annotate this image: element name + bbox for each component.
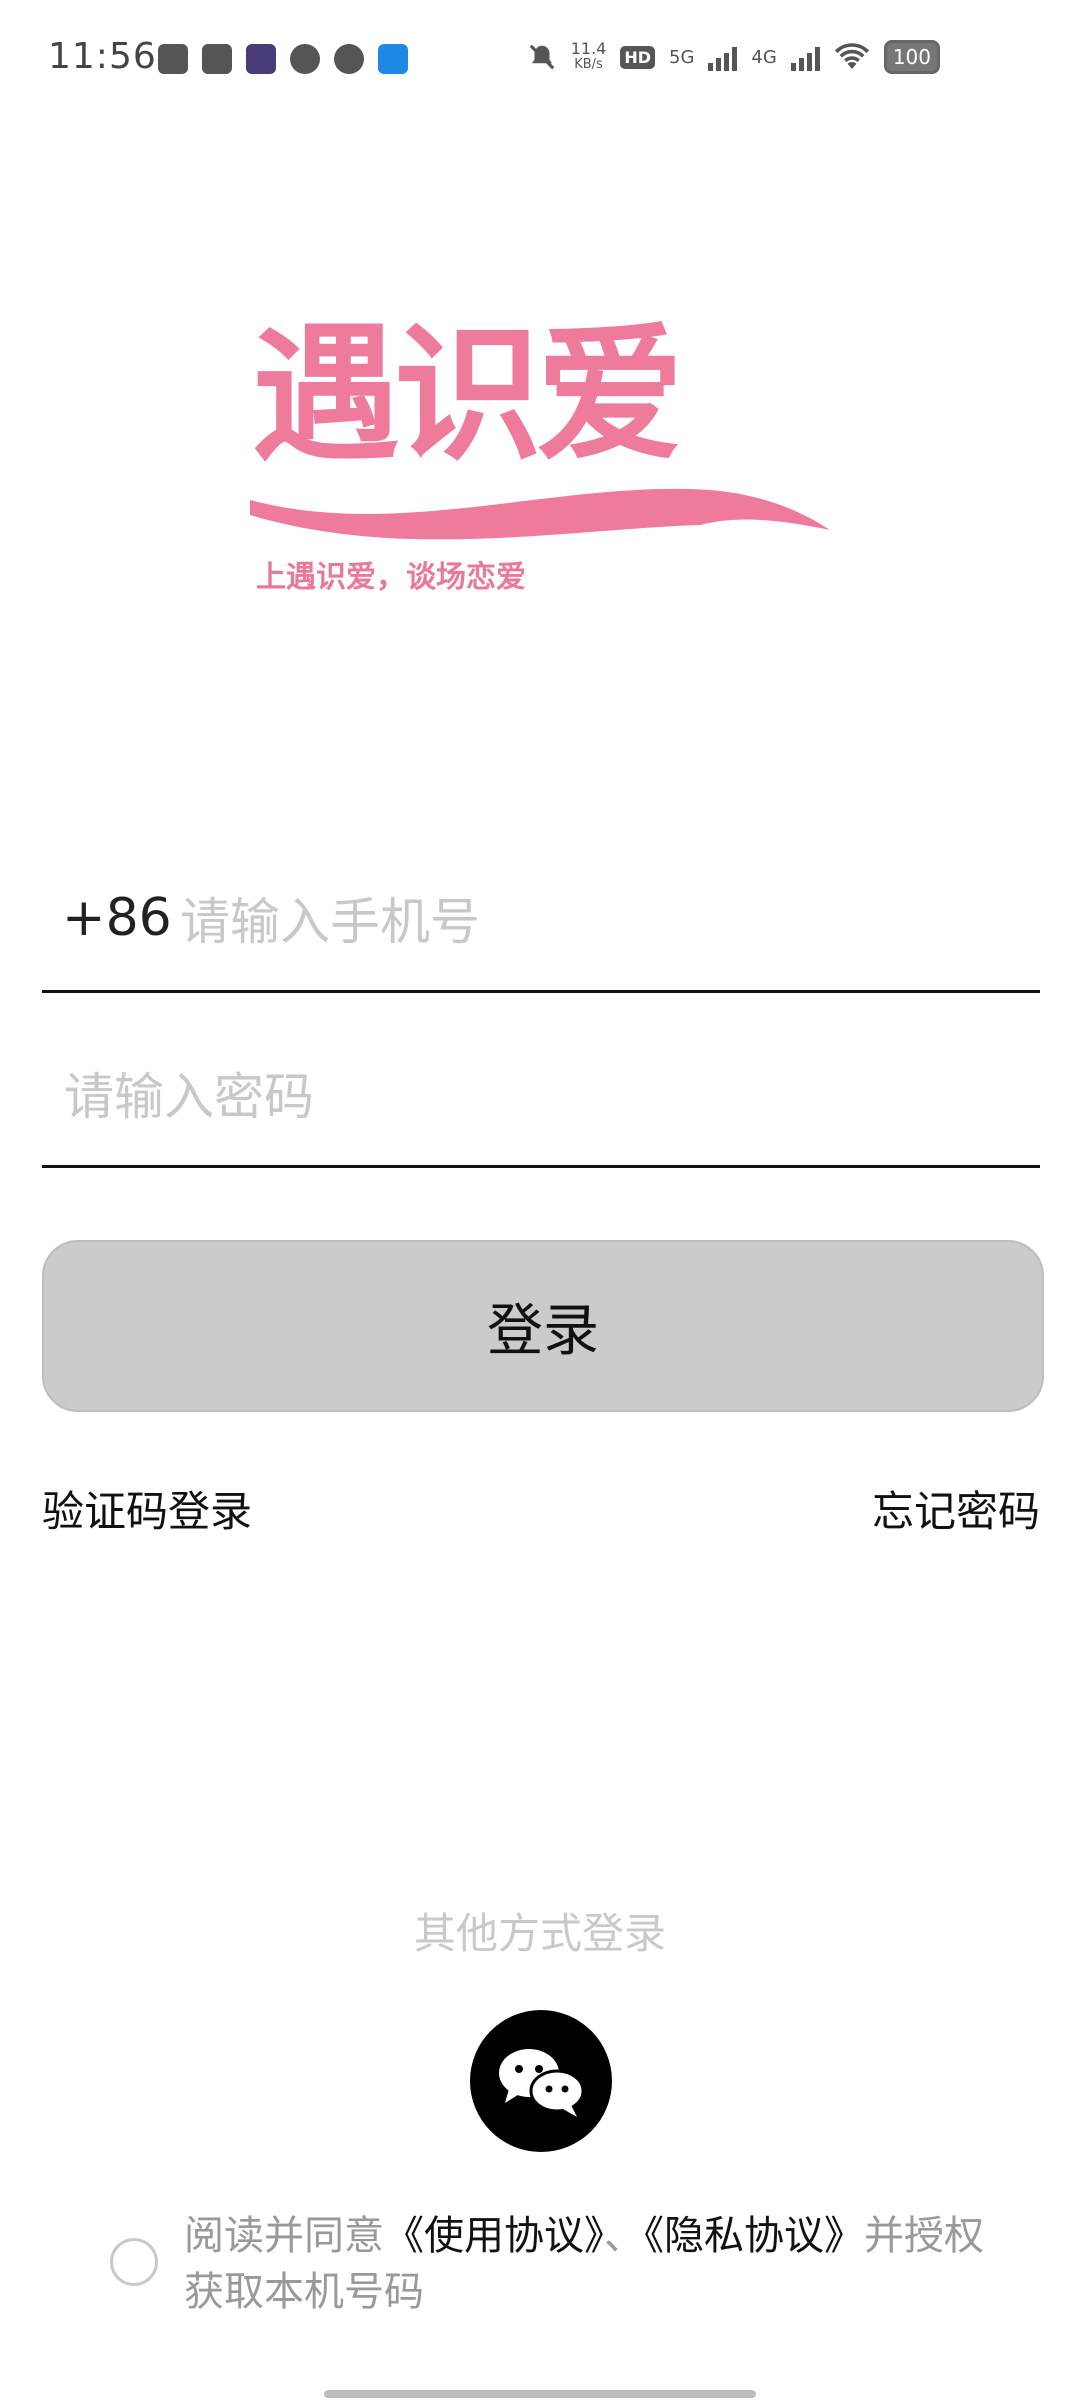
password-input[interactable] (62, 1061, 1026, 1133)
wifi-icon (834, 43, 869, 69)
mute-bell-icon (529, 44, 555, 70)
logo-wave-icon (250, 488, 830, 540)
phone-field: +86 (42, 860, 1040, 993)
agreement-separator: 、 (604, 2213, 644, 2259)
wechat-icon (499, 2049, 585, 2117)
clipboard-icon (158, 44, 188, 74)
sim2-label: 4G (751, 46, 777, 68)
agreement-text: 阅读并同意《使用协议》、《隐私协议》并授权获取本机号码 (184, 2208, 1004, 2320)
status-time: 11:56 (48, 36, 157, 77)
battery-indicator: 100 (883, 40, 940, 74)
terms-link[interactable]: 《使用协议》 (384, 2213, 604, 2259)
password-field (42, 1035, 1040, 1168)
login-button[interactable]: 登录 (42, 1240, 1044, 1412)
agreement-checkbox[interactable] (110, 2238, 158, 2286)
login-screen: 11:56 11.4 KB/s HD 5G 4G 100 遇识爱 上遇识爱，谈场… (0, 0, 1080, 2408)
logo-title: 遇识爱 (252, 309, 684, 481)
notification-icons (158, 44, 408, 74)
home-indicator[interactable] (324, 2390, 756, 2398)
app-logo: 遇识爱 上遇识爱，谈场恋爱 (240, 320, 840, 600)
phone-input[interactable] (178, 886, 1022, 958)
country-code[interactable]: +86 (62, 888, 172, 948)
network-speed-unit: KB/s (574, 57, 603, 72)
app-k-icon (246, 44, 276, 74)
wechat-login-button[interactable] (470, 2010, 612, 2152)
hd-badge: HD (620, 45, 655, 69)
sms-login-link[interactable]: 验证码登录 (42, 1478, 252, 1539)
agreement-prefix: 阅读并同意 (184, 2213, 384, 2259)
status-bar: 11:56 11.4 KB/s HD 5G 4G 100 (0, 0, 1080, 130)
logo-slogan: 上遇识爱，谈场恋爱 (256, 560, 526, 595)
signal-icon-sim2 (790, 43, 820, 71)
network-speed-value: 11.4 (570, 39, 607, 58)
other-login-title: 其他方式登录 (413, 1909, 666, 1958)
mail-icon (202, 44, 232, 74)
app-blue-icon (378, 44, 408, 74)
sim1-label: 5G (669, 46, 695, 68)
network-speed: 11.4 KB/s (571, 41, 607, 73)
forgot-password-link[interactable]: 忘记密码 (872, 1478, 1040, 1539)
system-icons: 11.4 KB/s HD 5G 4G 100 (527, 40, 940, 74)
leaf-icon (290, 44, 320, 74)
privacy-link[interactable]: 《隐私协议》 (644, 2213, 864, 2259)
chat-bubble-icon (334, 44, 364, 74)
signal-icon-sim1 (708, 43, 738, 71)
